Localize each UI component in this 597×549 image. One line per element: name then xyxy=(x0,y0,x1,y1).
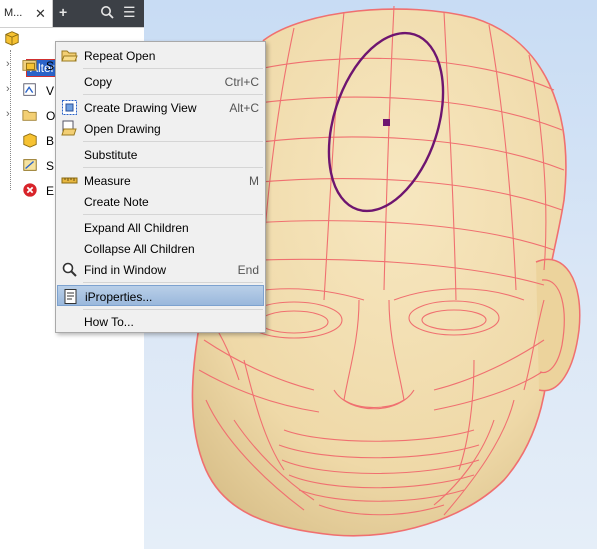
end-of-part-icon xyxy=(23,183,37,197)
search-icon[interactable] xyxy=(100,4,114,23)
tree-item-label: V xyxy=(46,84,55,98)
menu-item-how-to[interactable]: How To... xyxy=(57,311,264,332)
menu-item-create-note[interactable]: Create Note xyxy=(57,191,264,212)
menu-item-label: iProperties... xyxy=(85,290,153,304)
menu-item-copy[interactable]: Copy Ctrl+C xyxy=(57,71,264,92)
menu-item-label: Expand All Children xyxy=(84,221,189,235)
close-icon[interactable]: ✕ xyxy=(35,6,46,22)
menu-item-iproperties[interactable]: iProperties... xyxy=(57,285,264,306)
add-icon[interactable]: + xyxy=(59,4,67,20)
tree-item-label: O xyxy=(46,109,56,123)
menu-item-label: Find in Window xyxy=(84,263,167,277)
menu-item-label: Collapse All Children xyxy=(84,242,195,256)
folder-icon xyxy=(22,110,37,121)
menu-item-label: Open Drawing xyxy=(84,122,161,136)
drawing-view-icon xyxy=(62,100,77,115)
ruler-icon xyxy=(61,177,78,184)
menu-separator xyxy=(83,282,263,283)
view-icon xyxy=(23,83,36,96)
menu-item-find-in-window[interactable]: Find in Window End xyxy=(57,259,264,280)
menu-item-label: How To... xyxy=(84,315,134,329)
open-drawing-icon xyxy=(61,120,77,136)
menu-item-label: Measure xyxy=(84,174,131,188)
menu-separator xyxy=(83,94,263,95)
ellipse-center-point[interactable] xyxy=(383,119,390,126)
magnifier-icon xyxy=(62,262,77,277)
chevron-right-icon[interactable]: › xyxy=(6,58,10,70)
menu-separator xyxy=(83,309,263,310)
menu-separator xyxy=(83,68,263,69)
menu-item-label: Substitute xyxy=(84,148,138,162)
tree-item-label: B xyxy=(46,134,55,148)
browser-tab-bar: M... ✕ + ☰ xyxy=(0,0,144,28)
menu-separator xyxy=(83,167,263,168)
menu-separator xyxy=(83,214,263,215)
menu-separator xyxy=(83,141,263,142)
chevron-right-icon[interactable]: › xyxy=(6,83,10,95)
menu-item-shortcut: Ctrl+C xyxy=(224,75,259,89)
menu-item-measure[interactable]: Measure M xyxy=(57,170,264,191)
menu-item-shortcut: Alt+C xyxy=(229,101,259,115)
context-menu: Repeat Open Copy Ctrl+C Create Drawing V… xyxy=(55,41,266,333)
part-icon xyxy=(5,31,19,46)
menu-item-open-drawing[interactable]: Open Drawing xyxy=(57,118,264,139)
menu-item-label: Repeat Open xyxy=(84,49,156,63)
menu-item-label: Create Drawing View xyxy=(84,101,197,115)
menu-item-shortcut: End xyxy=(237,263,259,277)
folder-open-icon xyxy=(61,50,78,62)
menu-item-label: Create Note xyxy=(84,195,149,209)
sketch-icon xyxy=(23,159,37,171)
folder-icon xyxy=(22,60,37,71)
menu-item-create-drawing-view[interactable]: Create Drawing View Alt+C xyxy=(57,97,264,118)
menu-item-repeat-open[interactable]: Repeat Open xyxy=(57,45,264,66)
hamburger-menu-icon[interactable]: ☰ xyxy=(123,4,136,21)
tree-item-label: S xyxy=(46,159,55,173)
browser-toolbar: + ☰ xyxy=(53,0,144,27)
tab-model[interactable]: M... ✕ xyxy=(0,0,53,27)
chevron-right-icon[interactable]: › xyxy=(6,108,10,120)
menu-item-substitute[interactable]: Substitute xyxy=(57,144,264,165)
tree-item-label: S xyxy=(46,59,55,73)
menu-item-label: Copy xyxy=(84,75,113,89)
body-icon xyxy=(23,133,37,148)
menu-item-shortcut: M xyxy=(249,174,259,188)
iproperties-icon xyxy=(64,289,77,304)
menu-item-expand-all-children[interactable]: Expand All Children xyxy=(57,217,264,238)
tree-item-label: E xyxy=(46,184,55,198)
tab-model-label: M... xyxy=(4,7,23,19)
menu-item-collapse-all-children[interactable]: Collapse All Children xyxy=(57,238,264,259)
